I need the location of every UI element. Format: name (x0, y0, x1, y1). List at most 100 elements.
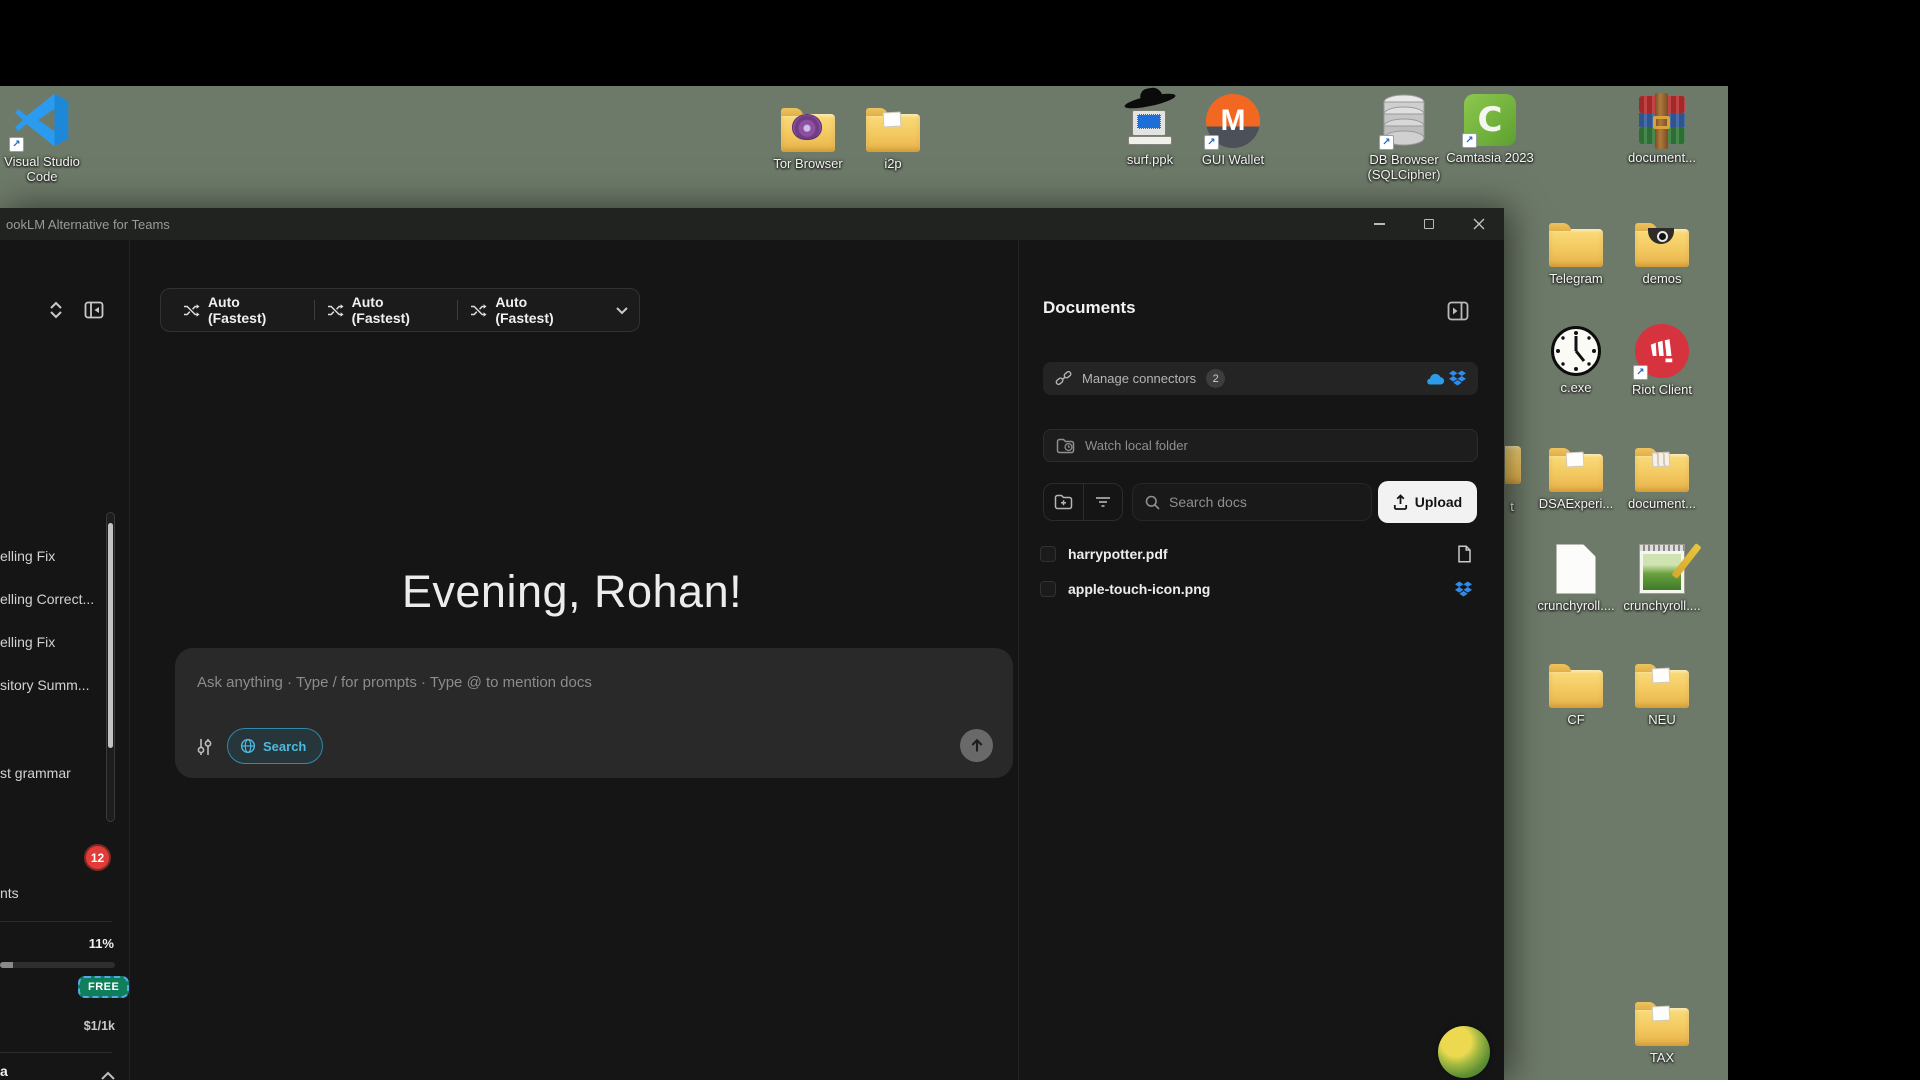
desktop-icon-riot-client[interactable]: ↗ Riot Client (1618, 320, 1706, 397)
shuffle-icon (183, 303, 200, 318)
upload-icon (1393, 494, 1408, 510)
prompt-input-card[interactable]: Ask anything · Type / for prompts · Type… (175, 648, 1013, 778)
folder-icon (1549, 436, 1603, 492)
plan-badge[interactable]: FREE (78, 976, 129, 998)
desktop-icon-crunchyroll-notepad[interactable]: crunchyroll.... (1618, 538, 1706, 613)
folder-icon (1635, 990, 1689, 1046)
desktop-icon-camtasia[interactable]: C ↗ Camtasia 2023 (1446, 88, 1534, 165)
desktop-icon-dsaexperi[interactable]: DSAExperi... (1532, 436, 1620, 511)
shortcut-arrow-icon: ↗ (9, 137, 24, 152)
desktop-icon-label: DSAExperi... (1539, 496, 1613, 511)
app-window: ookLM Alternative for Teams (0, 208, 1504, 1080)
desktop-icon-visual-studio-code[interactable]: ↗ Visual Studio Code (0, 88, 86, 184)
desktop-icon-neu[interactable]: NEU (1618, 652, 1706, 727)
collapse-panel-icon[interactable] (1447, 300, 1469, 322)
winrar-icon (1639, 90, 1685, 146)
sidebar-nav-item[interactable]: nts (0, 885, 108, 901)
search-docs-input[interactable]: Search docs (1132, 483, 1372, 521)
desktop-icon-c-exe[interactable]: c.exe (1532, 320, 1620, 395)
connector-plug-icon (1055, 370, 1072, 387)
panel-divider (1018, 240, 1019, 1080)
send-button[interactable] (960, 729, 993, 762)
model-label: Auto (Fastest) (208, 294, 302, 326)
tune-sliders-icon[interactable] (197, 738, 212, 756)
tor-onion-icon (792, 114, 822, 140)
web-search-toggle[interactable]: Search (227, 728, 323, 764)
scrollbar-thumb[interactable] (108, 523, 113, 748)
shortcut-arrow-icon: ↗ (1204, 135, 1219, 150)
desktop-icon-cf[interactable]: CF (1532, 652, 1620, 727)
desktop-icon-i2p[interactable]: i2p (849, 96, 937, 171)
usage-percent: 11% (89, 936, 114, 951)
desktop-icon-tax[interactable]: TAX (1618, 990, 1706, 1065)
filter-button[interactable] (1084, 484, 1123, 520)
divider (0, 921, 112, 922)
cloud-icon (1424, 371, 1446, 386)
profile-name[interactable]: a (0, 1063, 8, 1079)
window-titlebar[interactable]: ookLM Alternative for Teams (0, 208, 1504, 240)
sidebar-item-chat[interactable]: sitory Summ... (0, 677, 108, 693)
file-name: apple-touch-icon.png (1068, 581, 1210, 597)
desktop-icon-tor-browser[interactable]: Tor Browser (764, 96, 852, 171)
model-label: Auto (Fastest) (352, 294, 446, 326)
screen: ↗ Visual Studio Code Tor Browser i2p sur… (0, 0, 1920, 1080)
webcam-icon (1648, 228, 1674, 244)
desktop-icon-document-folder[interactable]: document... (1618, 436, 1706, 511)
collapse-sidebar-icon[interactable] (84, 300, 104, 320)
desktop-icon-hidden[interactable] (1505, 446, 1521, 492)
sidebar-item-chat[interactable]: elling Fix (0, 634, 108, 650)
sort-expand-icon[interactable] (48, 300, 64, 320)
dropbox-icon (1449, 370, 1466, 387)
maximize-button[interactable] (1404, 208, 1454, 240)
search-docs-placeholder: Search docs (1169, 494, 1247, 510)
desktop-icon-label: crunchyroll.... (1537, 598, 1614, 613)
watch-local-folder-button[interactable]: Watch local folder (1043, 429, 1478, 462)
chevron-down-icon[interactable] (615, 306, 629, 315)
sidebar-item-chat[interactable]: elling Correct... (0, 591, 108, 607)
sidebar-item-chat[interactable]: st grammar (0, 765, 108, 781)
file-row[interactable]: apple-touch-icon.png (1040, 575, 1480, 603)
paper-icon (883, 112, 902, 128)
price-label: $1/1k (84, 1019, 115, 1033)
minimize-button[interactable] (1354, 208, 1404, 240)
model-selector-bar: Auto (Fastest) Auto (Fastest) (160, 288, 640, 332)
maximize-icon (1424, 219, 1434, 229)
globe-sticker-icon (1438, 1026, 1490, 1078)
desktop-icon-document-rar[interactable]: document... (1618, 90, 1706, 165)
file-checkbox[interactable] (1040, 546, 1056, 562)
desktop-icon-label: surf.ppk (1127, 152, 1173, 167)
manage-connectors-row[interactable]: Manage connectors 2 (1043, 362, 1478, 395)
file-checkbox[interactable] (1040, 581, 1056, 597)
chevron-up-icon[interactable] (100, 1071, 116, 1080)
desktop-icon-label: i2p (884, 156, 901, 171)
file-icon (1457, 545, 1472, 563)
sidebar: elling Fix elling Correct... elling Fix … (0, 240, 130, 1080)
desktop-icon-gui-wallet[interactable]: M ↗ GUI Wallet (1189, 88, 1277, 167)
model-label: Auto (Fastest) (495, 294, 589, 326)
desktop-icon-label: CF (1567, 712, 1584, 727)
desktop-icon-label: GUI Wallet (1202, 152, 1264, 167)
upload-label: Upload (1415, 494, 1462, 510)
globe-icon (240, 738, 256, 754)
desktop-icon-demos[interactable]: demos (1618, 211, 1706, 286)
model-selector-2[interactable]: Auto (Fastest) (315, 294, 458, 326)
window-title: ookLM Alternative for Teams (0, 217, 170, 232)
desktop-icon-surf-ppk[interactable]: surf.ppk (1106, 88, 1194, 167)
close-button[interactable] (1454, 208, 1504, 240)
desktop-icon-db-browser[interactable]: ↗ DB Browser (SQLCipher) (1360, 88, 1448, 182)
sidebar-item-chat[interactable]: elling Fix (0, 548, 108, 564)
new-folder-button[interactable] (1044, 484, 1083, 520)
notepad-icon (1639, 538, 1685, 594)
desktop-icon-telegram[interactable]: Telegram (1532, 211, 1620, 286)
folder-icon (1549, 652, 1603, 708)
notification-badge: 12 (84, 844, 111, 871)
file-row[interactable]: harrypotter.pdf (1040, 540, 1480, 568)
desktop-icon-crunchyroll-doc[interactable]: crunchyroll.... (1532, 538, 1620, 613)
desktop-icon-label: demos (1642, 271, 1681, 286)
upload-button[interactable]: Upload (1378, 481, 1477, 523)
database-icon: ↗ (1381, 88, 1427, 148)
model-selector-3[interactable]: Auto (Fastest) (458, 294, 601, 326)
model-selector-1[interactable]: Auto (Fastest) (171, 294, 314, 326)
camtasia-icon: C ↗ (1464, 88, 1516, 146)
close-icon (1473, 218, 1485, 230)
